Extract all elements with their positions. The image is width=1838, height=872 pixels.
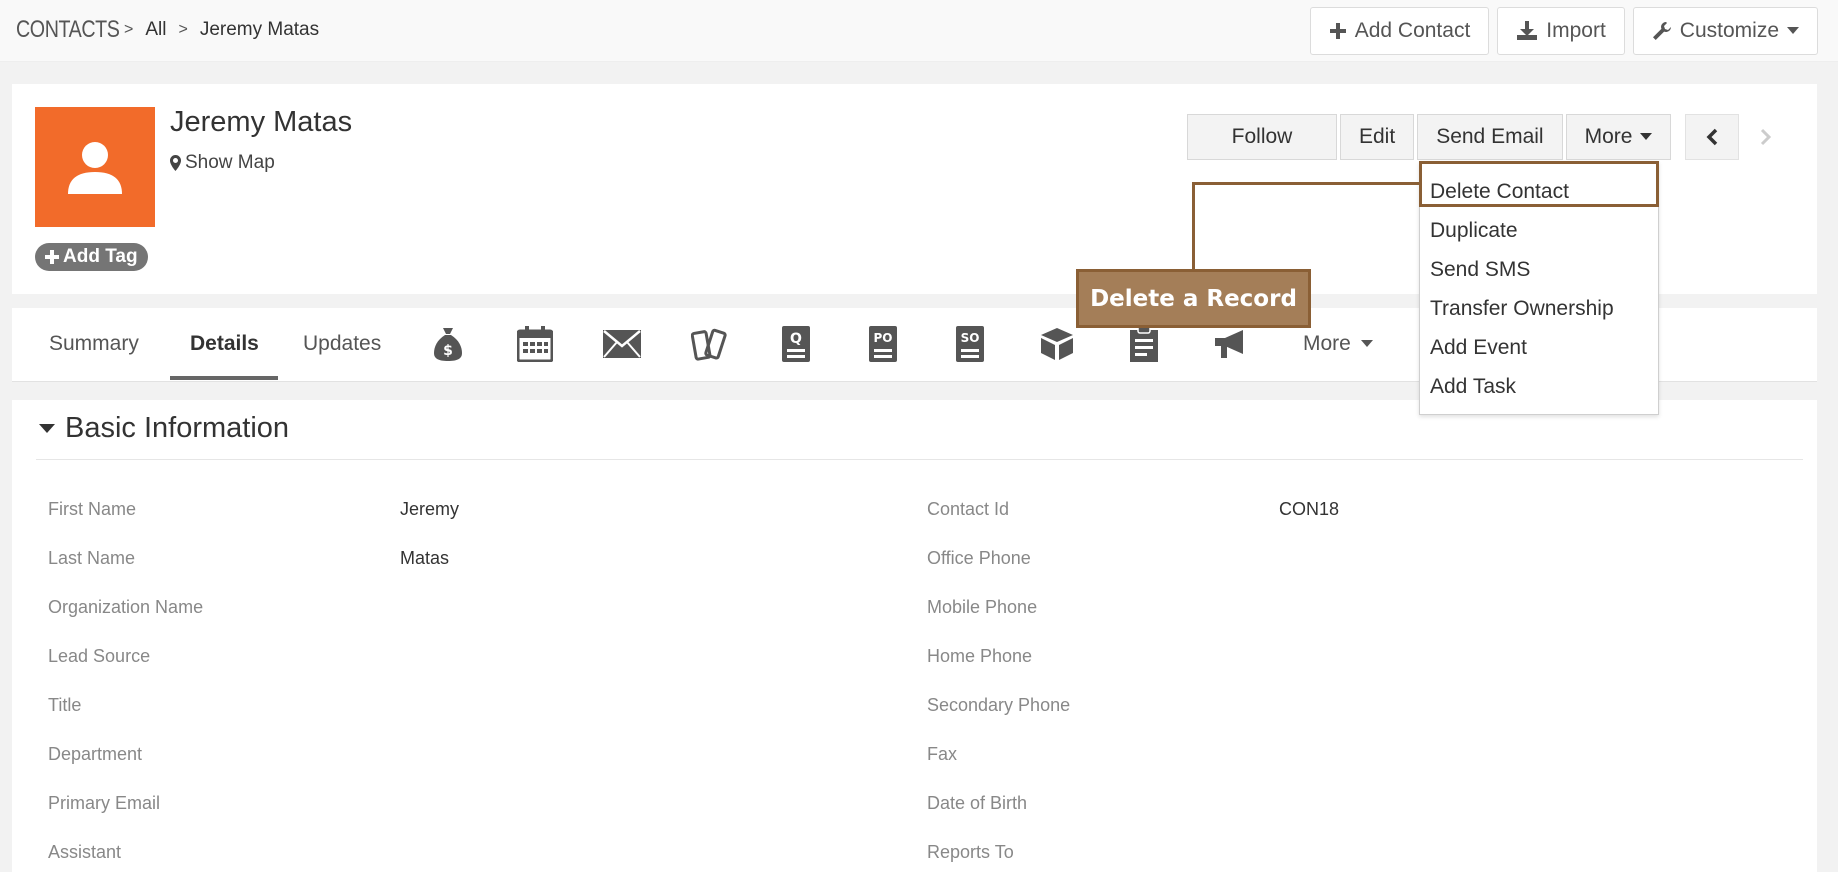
tutorial-callout: Delete a Record	[1076, 269, 1311, 328]
field-label-contact-id: Contact Id	[927, 499, 1010, 519]
edit-label: Edit	[1359, 125, 1396, 148]
customize-label: Customize	[1679, 19, 1779, 42]
svg-text:$: $	[443, 343, 453, 359]
customize-button[interactable]: Customize	[1632, 7, 1818, 55]
more-actions-label: More	[1584, 125, 1633, 148]
send-email-button[interactable]: Send Email	[1417, 114, 1563, 160]
import-label: Import	[1546, 19, 1606, 42]
previous-record-button[interactable]	[1685, 114, 1739, 160]
field-value-contact-id: CON18	[1279, 499, 1340, 519]
menu-item-add-task[interactable]: Add Task	[1430, 375, 1516, 399]
breadcrumb-filter[interactable]: All	[145, 19, 166, 41]
calendar-icon[interactable]	[513, 322, 557, 366]
chevron-left-icon	[1706, 128, 1718, 146]
envelope-icon[interactable]	[600, 322, 644, 366]
download-icon	[1517, 21, 1538, 40]
block-divider	[36, 459, 1803, 460]
user-icon	[68, 142, 122, 194]
field-label-reports-to: Reports To	[927, 842, 1014, 862]
edit-button[interactable]: Edit	[1340, 114, 1415, 160]
menu-item-transfer-ownership[interactable]: Transfer Ownership	[1430, 297, 1614, 321]
field-label-last-name: Last Name	[48, 548, 136, 568]
field-label-lead-source: Lead Source	[48, 646, 151, 666]
field-label-office-phone: Office Phone	[927, 548, 1031, 568]
follow-button[interactable]: Follow	[1187, 114, 1337, 160]
breadcrumb-separator-icon: >	[178, 21, 188, 38]
breadcrumb-separator-icon: >	[124, 21, 134, 38]
record-title: Jeremy Matas	[170, 106, 353, 138]
next-record-button[interactable]	[1739, 114, 1793, 160]
send-email-label: Send Email	[1436, 125, 1544, 148]
show-map-label: Show Map	[185, 152, 275, 173]
field-label-mobile-phone: Mobile Phone	[927, 597, 1038, 617]
chevron-right-icon	[1760, 128, 1772, 146]
money-bag-icon[interactable]: $	[426, 322, 470, 366]
field-label-title: Title	[48, 695, 82, 715]
tickets-icon[interactable]	[687, 322, 731, 366]
top-bar: CONTACTS > All > Jeremy Matas Add Contac…	[0, 0, 1838, 62]
svg-text:SO: SO	[961, 331, 980, 345]
field-label-home-phone: Home Phone	[927, 646, 1033, 666]
svg-text:PO: PO	[874, 331, 893, 345]
plus-icon	[45, 250, 59, 264]
svg-text:Q: Q	[790, 331, 802, 347]
document-icon[interactable]	[1122, 322, 1166, 366]
breadcrumb-module[interactable]: CONTACTS	[16, 16, 120, 44]
wrench-icon	[1652, 22, 1671, 40]
import-button[interactable]: Import	[1497, 7, 1625, 55]
field-label-organization-name: Organization Name	[48, 597, 204, 617]
basic-information-toggle[interactable]: Basic Information	[39, 412, 289, 445]
caret-down-icon	[1360, 340, 1373, 347]
menu-item-duplicate[interactable]: Duplicate	[1430, 219, 1518, 243]
menu-item-send-sms[interactable]: Send SMS	[1430, 258, 1530, 282]
menu-item-add-event[interactable]: Add Event	[1430, 336, 1527, 360]
box-icon[interactable]	[1035, 322, 1079, 366]
field-value-first-name[interactable]: Jeremy	[400, 499, 459, 520]
field-label-department: Department	[48, 744, 143, 764]
active-tab-indicator	[170, 376, 278, 380]
purchase-order-icon[interactable]: PO	[861, 322, 905, 366]
field-label-assistant: Assistant	[48, 842, 122, 862]
avatar	[35, 107, 155, 227]
plus-icon	[1329, 23, 1346, 39]
add-contact-button[interactable]: Add Contact	[1309, 7, 1490, 55]
block-title: Basic Information	[65, 412, 290, 444]
tabs-more-label: More	[1303, 332, 1351, 355]
callout-connector	[1192, 182, 1420, 185]
follow-label: Follow	[1231, 125, 1293, 148]
caret-down-icon	[39, 423, 55, 433]
field-value-last-name[interactable]: Matas	[400, 548, 449, 569]
field-label-fax: Fax	[927, 744, 958, 764]
callout-connector	[1192, 182, 1195, 272]
tab-updates[interactable]: Updates	[303, 332, 381, 356]
more-actions-button[interactable]: More	[1565, 114, 1672, 160]
tabs-more-dropdown[interactable]: More	[1303, 332, 1373, 356]
show-map-link[interactable]: Show Map	[170, 152, 275, 174]
quote-icon[interactable]: Q	[774, 322, 818, 366]
details-panel: Basic Information First Name Jeremy Last…	[12, 400, 1817, 872]
field-label-secondary-phone: Secondary Phone	[927, 695, 1071, 715]
tab-details[interactable]: Details	[190, 332, 259, 356]
field-label-primary-email: Primary Email	[48, 793, 161, 813]
field-label-first-name: First Name	[48, 499, 137, 519]
add-tag-button[interactable]: Add Tag	[35, 243, 148, 271]
delete-contact-highlight	[1419, 161, 1659, 207]
tab-summary[interactable]: Summary	[49, 332, 139, 356]
add-contact-label: Add Contact	[1354, 19, 1471, 42]
caret-down-icon	[1640, 133, 1653, 140]
field-label-date-of-birth: Date of Birth	[927, 793, 1028, 813]
record-pager	[1685, 114, 1793, 160]
top-actions: Add Contact Import Customize	[1309, 7, 1818, 55]
sales-order-icon[interactable]: SO	[948, 322, 992, 366]
record-actions: Follow Edit Send Email More	[1187, 114, 1672, 160]
add-tag-label: Add Tag	[63, 246, 138, 267]
breadcrumb-record: Jeremy Matas	[199, 19, 320, 40]
caret-down-icon	[1787, 27, 1799, 34]
megaphone-icon[interactable]	[1209, 322, 1253, 366]
map-marker-icon	[170, 155, 181, 171]
breadcrumb: CONTACTS > All > Jeremy Matas	[16, 16, 319, 44]
